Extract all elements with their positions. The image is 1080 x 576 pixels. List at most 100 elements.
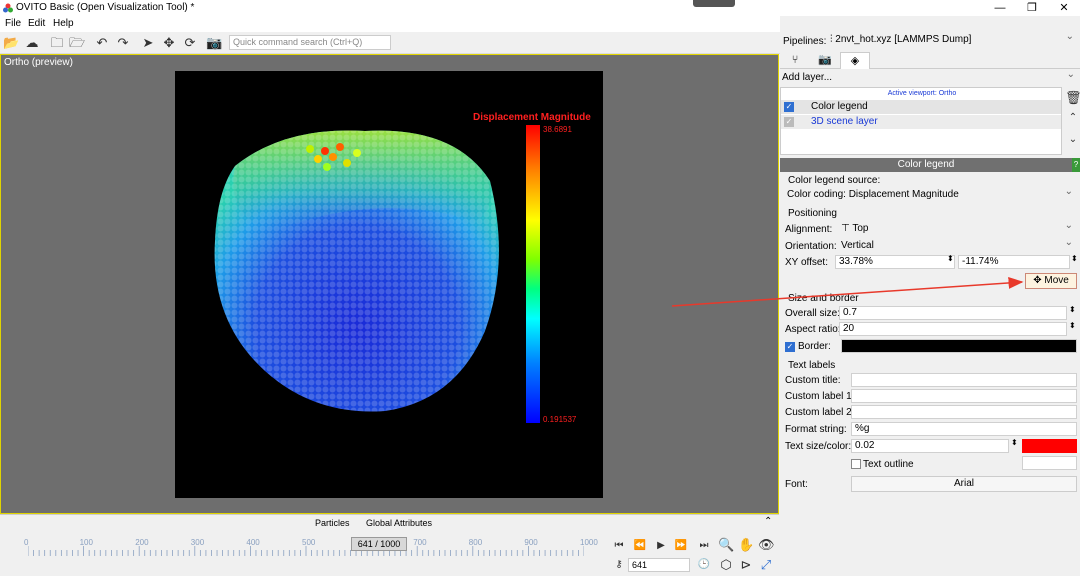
save-session-icon[interactable]: 🗁 bbox=[69, 35, 85, 51]
play-icon[interactable]: ▶ bbox=[653, 538, 669, 554]
viewport-ortho[interactable]: Ortho (preview) Displacement Magnitude 3… bbox=[0, 54, 779, 514]
text-outline-checkbox[interactable] bbox=[851, 459, 861, 469]
timeline-tick-label: 200 bbox=[135, 538, 149, 547]
toolbar: 📂 ☁ 🗀 🗁 ↶ ↷ ➤ ✥ ⟳ 📷 Quick command search… bbox=[0, 32, 780, 54]
layer-visible-checkbox[interactable]: ✓ bbox=[784, 117, 794, 127]
zoom-all-icon[interactable]: ⤢ bbox=[758, 557, 774, 573]
jump-to-end-icon[interactable]: ⏭ bbox=[696, 538, 712, 554]
layer-visible-checkbox[interactable]: ✓ bbox=[784, 102, 794, 112]
text-size-spinner-icon[interactable]: ⬍ bbox=[1011, 438, 1018, 447]
current-frame-spinner[interactable]: 641 bbox=[628, 558, 690, 572]
delete-layer-icon[interactable]: 🗑 bbox=[1065, 90, 1080, 106]
border-color-picker[interactable] bbox=[841, 339, 1077, 353]
text-size-input[interactable]: 0.02 bbox=[851, 439, 1009, 453]
orientation-value: Vertical bbox=[841, 240, 874, 251]
orientation-label: Orientation: bbox=[785, 241, 837, 252]
menu-file[interactable]: File bbox=[5, 18, 21, 29]
move-down-icon[interactable]: ⌄ bbox=[1065, 132, 1080, 148]
y-offset-input[interactable]: -11.74% bbox=[958, 255, 1070, 269]
orbit-eye-icon[interactable]: 👁 bbox=[758, 537, 775, 553]
tab-render-icon[interactable]: 📷 bbox=[810, 52, 840, 69]
cube-icon[interactable]: ⬡ bbox=[718, 557, 734, 573]
timeline-frame-indicator[interactable]: 641 / 1000 bbox=[351, 537, 407, 551]
render-frame: Displacement Magnitude 38.6891 0.191537 bbox=[175, 71, 603, 498]
open-folder-icon[interactable]: 📂 bbox=[3, 35, 19, 51]
timeline-tick-label: 800 bbox=[468, 538, 483, 547]
text-color-picker[interactable] bbox=[1022, 439, 1077, 453]
tab-pipeline-icon[interactable]: ⑂ bbox=[780, 52, 810, 69]
format-string-label: Format string: bbox=[785, 424, 847, 435]
move-icon[interactable]: ✥ bbox=[161, 35, 177, 51]
rotate-icon[interactable]: ⟳ bbox=[182, 35, 198, 51]
custom-label2-label: Custom label 2: bbox=[785, 407, 855, 418]
pipeline-selector[interactable]: ⫶ 2nvt_hot.xyz [LAMMPS Dump] bbox=[827, 31, 1077, 49]
format-string-input[interactable]: %g bbox=[851, 422, 1077, 436]
minimize-button[interactable]: — bbox=[982, 0, 1018, 16]
custom-label1-input[interactable] bbox=[851, 389, 1077, 403]
positioning-group-label: Positioning bbox=[788, 208, 837, 219]
alignment-label: Alignment: bbox=[785, 224, 833, 235]
fov-icon[interactable]: ⊳ bbox=[738, 557, 754, 573]
overall-size-input[interactable]: 0.7 bbox=[839, 306, 1067, 320]
step-forward-icon[interactable]: ⏩ bbox=[673, 538, 689, 554]
panel-tabs: ⑂ 📷 ◈ bbox=[780, 52, 1080, 69]
custom-label1-label: Custom label 1: bbox=[785, 391, 855, 402]
legend-source-dropdown[interactable]: Color coding: Displacement Magnitude bbox=[783, 186, 1077, 202]
legend-min-label: 0.191537 bbox=[543, 415, 577, 424]
outline-color-picker[interactable] bbox=[1022, 456, 1077, 470]
help-button[interactable]: ? bbox=[1072, 158, 1080, 172]
redo-icon[interactable]: ↷ bbox=[115, 35, 131, 51]
chevron-up-icon[interactable]: ⌃ bbox=[764, 516, 772, 527]
aspect-ratio-input[interactable]: 20 bbox=[839, 322, 1067, 336]
viewport-caption[interactable]: Ortho (preview) bbox=[4, 57, 73, 68]
timeline-tick-label: 0 bbox=[24, 538, 29, 547]
timeline-tick-label: 900 bbox=[524, 538, 538, 547]
select-cursor-icon[interactable]: ➤ bbox=[140, 35, 156, 51]
title-bar: OVITO Basic (Open Visualization Tool) * … bbox=[0, 0, 1080, 16]
maximize-button[interactable]: ❐ bbox=[1014, 0, 1050, 16]
cloud-download-icon[interactable]: ☁ bbox=[24, 35, 40, 51]
layer-item-3d-scene[interactable]: ✓ 3D scene layer bbox=[781, 115, 1061, 129]
alignment-dropdown[interactable]: ⊤ Top bbox=[837, 220, 1077, 236]
menu-bar: File Edit Help bbox=[0, 16, 780, 32]
pipelines-label: Pipelines: bbox=[783, 36, 827, 47]
load-session-icon[interactable]: 🗀 bbox=[49, 35, 65, 51]
menu-edit[interactable]: Edit bbox=[28, 18, 45, 29]
menu-help[interactable]: Help bbox=[53, 18, 74, 29]
aspect-ratio-label: Aspect ratio: bbox=[785, 324, 841, 335]
text-outline-label: Text outline bbox=[863, 459, 914, 470]
custom-title-input[interactable] bbox=[851, 373, 1077, 387]
legend-source-label: Color legend source: bbox=[788, 175, 881, 186]
tab-layers-icon[interactable]: ◈ bbox=[840, 52, 870, 69]
orientation-dropdown[interactable]: Vertical bbox=[837, 237, 1077, 253]
add-layer-dropdown[interactable]: Add layer... bbox=[782, 69, 1078, 86]
ovito-logo-icon bbox=[3, 3, 13, 13]
legend-source-value: Color coding: Displacement Magnitude bbox=[787, 189, 959, 200]
close-button[interactable]: ✕ bbox=[1046, 0, 1080, 16]
step-back-icon[interactable]: ⏪ bbox=[632, 538, 648, 554]
zoom-icon[interactable]: 🔍 bbox=[718, 537, 734, 553]
move-up-icon[interactable]: ⌃ bbox=[1065, 110, 1080, 126]
move-button[interactable]: ✥ Move bbox=[1025, 273, 1077, 289]
undo-icon[interactable]: ↶ bbox=[94, 35, 110, 51]
quick-command-search-input[interactable]: Quick command search (Ctrl+Q) bbox=[229, 35, 391, 50]
font-button[interactable]: Arial bbox=[851, 476, 1077, 492]
command-panel: Pipelines: ⫶ 2nvt_hot.xyz [LAMMPS Dump] … bbox=[780, 31, 1080, 576]
y-offset-spinner-icon[interactable]: ⬍ bbox=[1071, 254, 1078, 263]
custom-label2-input[interactable] bbox=[851, 405, 1077, 419]
tab-global-attributes[interactable]: Global Attributes bbox=[366, 518, 432, 528]
camera-icon[interactable]: 📷 bbox=[206, 35, 222, 51]
border-checkbox[interactable]: ✓ bbox=[785, 342, 795, 352]
animation-timeline[interactable]: 01002003004005006007008009001000 641 / 1… bbox=[0, 532, 608, 576]
x-offset-input[interactable]: 33.78% bbox=[835, 255, 955, 269]
aspect-ratio-spinner-icon[interactable]: ⬍ bbox=[1069, 321, 1076, 330]
x-offset-spinner-icon[interactable]: ⬍ bbox=[947, 254, 954, 263]
clock-icon[interactable]: 🕒 bbox=[696, 557, 712, 573]
tab-particles[interactable]: Particles bbox=[315, 518, 350, 528]
layer-item-color-legend[interactable]: ✓ Color legend bbox=[781, 100, 1061, 114]
color-legend-bar bbox=[526, 125, 540, 423]
timeline-tick-label: 100 bbox=[79, 538, 93, 547]
pan-hand-icon[interactable]: ✋ bbox=[738, 537, 754, 553]
jump-to-start-icon[interactable]: ⏮ bbox=[611, 538, 627, 554]
overall-size-spinner-icon[interactable]: ⬍ bbox=[1069, 305, 1076, 314]
